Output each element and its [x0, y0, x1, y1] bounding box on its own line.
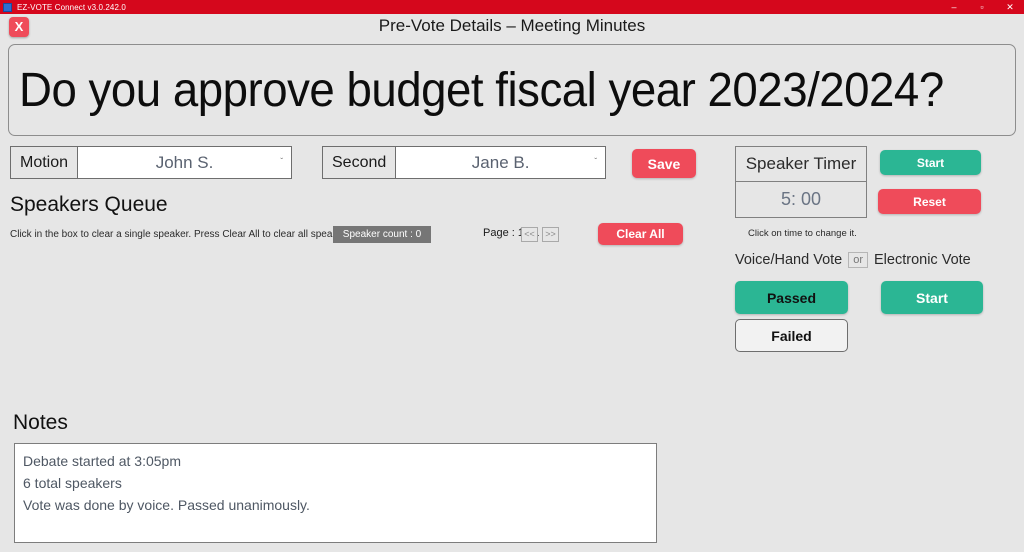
speakers-queue-hint: Click in the box to clear a single speak…: [10, 229, 355, 240]
motion-value: John S.: [155, 152, 214, 172]
maximize-icon[interactable]: ▫: [968, 0, 996, 14]
timer-start-button[interactable]: Start: [880, 150, 981, 175]
page-title: Pre-Vote Details – Meeting Minutes: [378, 16, 646, 35]
notes-title: Notes: [13, 411, 68, 434]
chevron-down-icon: ˇ: [280, 156, 283, 166]
second-label: Second: [323, 147, 397, 178]
app-logo-icon: [3, 2, 12, 12]
speaker-timer-hint: Click on time to change it.: [748, 228, 857, 239]
app-title: EZ-VOTE Connect v3.0.242.0: [17, 2, 126, 12]
notes-textarea[interactable]: Debate started at 3:05pm 6 total speaker…: [14, 443, 657, 543]
next-page-button[interactable]: >>: [542, 227, 559, 242]
clear-all-button[interactable]: Clear All: [598, 223, 683, 245]
motion-dropdown[interactable]: John S. ˇ: [78, 147, 291, 178]
motion-label: Motion: [11, 147, 79, 178]
vote-failed-button[interactable]: Failed: [735, 319, 848, 352]
minimize-icon[interactable]: –: [940, 0, 968, 14]
speaker-timer-panel: Speaker Timer 5: 00: [735, 146, 867, 218]
second-field: Second Jane B. ˇ: [322, 146, 606, 179]
notes-line: Debate started at 3:05pm: [23, 453, 181, 469]
close-icon[interactable]: ✕: [996, 0, 1024, 14]
vote-or-separator: or: [848, 252, 869, 268]
second-dropdown[interactable]: Jane B. ˇ: [396, 147, 605, 178]
electronic-vote-start-button[interactable]: Start: [881, 281, 983, 314]
motion-question-text: Do you approve budget fiscal year 2023/2…: [19, 63, 944, 117]
vote-passed-button[interactable]: Passed: [735, 281, 848, 314]
chevron-down-icon: ˇ: [594, 156, 597, 166]
voice-hand-vote-label: Voice/Hand Vote: [735, 252, 843, 268]
prev-page-button[interactable]: <<: [521, 227, 538, 242]
save-button[interactable]: Save: [632, 149, 696, 178]
speaker-timer-title: Speaker Timer: [736, 147, 866, 182]
window-controls: – ▫ ✕: [940, 0, 1024, 14]
second-value: Jane B.: [471, 152, 530, 172]
speaker-timer-value[interactable]: 5: 00: [736, 182, 866, 217]
speakers-queue-list[interactable]: [10, 252, 710, 397]
speaker-count-badge: Speaker count : 0: [333, 226, 431, 243]
notes-line: Vote was done by voice. Passed unanimous…: [23, 497, 310, 513]
notes-line: 6 total speakers: [23, 475, 122, 491]
speakers-queue-title: Speakers Queue: [10, 193, 168, 216]
electronic-vote-label: Electronic Vote: [874, 252, 971, 268]
timer-reset-button[interactable]: Reset: [878, 189, 981, 214]
vote-mode-labels: Voice/Hand Vote or Electronic Vote: [735, 252, 971, 268]
window-titlebar: EZ-VOTE Connect v3.0.242.0 – ▫ ✕: [0, 0, 1024, 14]
motion-question-box[interactable]: Do you approve budget fiscal year 2023/2…: [8, 44, 1016, 136]
motion-field: Motion John S. ˇ: [10, 146, 292, 179]
